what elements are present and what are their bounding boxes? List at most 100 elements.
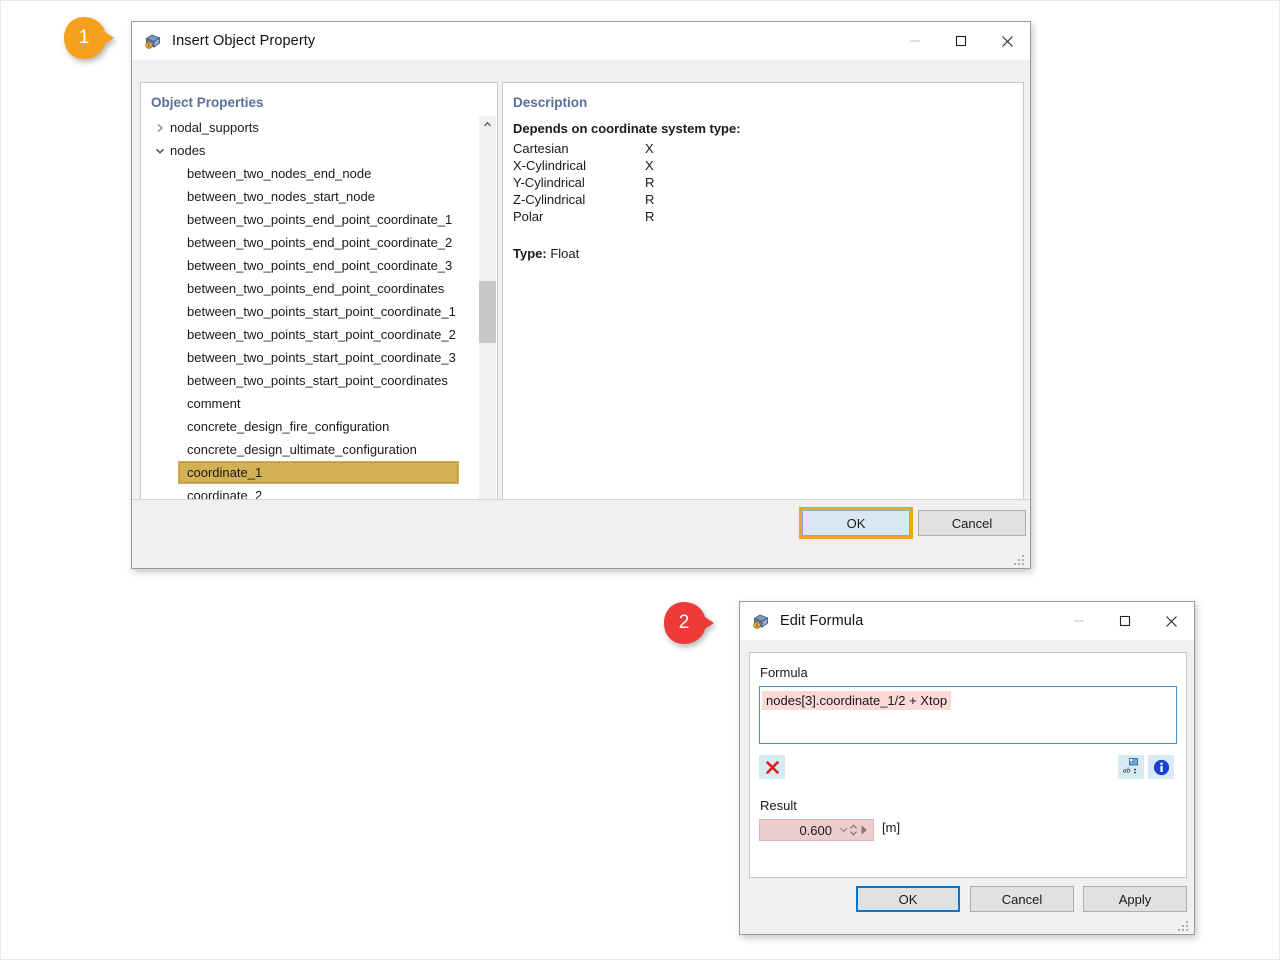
cancel-button[interactable]: Cancel: [970, 886, 1074, 912]
type-label: Type:: [513, 246, 547, 261]
tree-item-label: between_two_nodes_end_node: [187, 166, 372, 181]
system-value: R: [645, 192, 655, 207]
play-arrow-icon: [861, 825, 867, 835]
tree-item-label: nodal_supports: [170, 120, 259, 135]
table-row: Polar R: [513, 209, 654, 226]
system-name: Cartesian: [513, 141, 569, 156]
formula-input[interactable]: nodes[3].coordinate_1/2 + Xtop: [759, 686, 1177, 744]
object-properties-header: Object Properties: [151, 95, 264, 110]
tree-item-label: concrete_design_fire_configuration: [187, 419, 390, 434]
insert-dialog-window-controls: [892, 22, 1030, 60]
chevron-down-icon[interactable]: [150, 146, 170, 156]
table-row: Z-Cylindrical R: [513, 192, 654, 209]
tree-item[interactable]: between_two_points_start_point_coordinat…: [142, 346, 479, 369]
tree-item[interactable]: between_two_points_start_point_coordinat…: [142, 323, 479, 346]
close-icon[interactable]: [984, 22, 1030, 60]
tree-item[interactable]: between_two_points_end_point_coordinate_…: [142, 254, 479, 277]
table-row: Y-Cylindrical R: [513, 175, 654, 192]
svg-text:6: 6: [148, 43, 151, 49]
system-name: Z-Cylindrical: [513, 192, 586, 207]
minimize-icon[interactable]: [892, 22, 938, 60]
description-subtitle: Depends on coordinate system type:: [513, 121, 741, 136]
callout-number: 2: [678, 612, 690, 633]
scrollbar-thumb[interactable]: [479, 281, 496, 343]
tree-item[interactable]: between_two_points_end_point_coordinates: [142, 277, 479, 300]
tree-item-coordinate-1-selected[interactable]: coordinate_1: [178, 461, 459, 484]
object-property-icon: 6: [752, 612, 770, 630]
tree-item-nodes[interactable]: nodes: [142, 139, 479, 162]
result-label: Result: [760, 798, 797, 813]
svg-text:ab: ab: [1123, 766, 1131, 775]
ok-button[interactable]: OK: [799, 507, 913, 539]
type-line: Type: Float: [513, 246, 1013, 261]
formula-dialog-window-controls: [1056, 602, 1194, 640]
tree-item-label: between_two_points_start_point_coordinat…: [187, 327, 456, 342]
tree-item-label: between_two_points_start_point_coordinat…: [187, 373, 448, 388]
description-panel: Description Depends on coordinate system…: [502, 82, 1024, 532]
tree-item[interactable]: between_two_points_start_point_coordinat…: [142, 300, 479, 323]
object-properties-tree[interactable]: nodal_supports nodes between_two_nodes_e…: [142, 116, 479, 516]
tree-item-label: between_two_points_start_point_coordinat…: [187, 304, 456, 319]
tree-item[interactable]: between_two_points_end_point_coordinate_…: [142, 231, 479, 254]
system-value: R: [645, 209, 655, 224]
formula-dialog-titlebar[interactable]: 6 Edit Formula: [740, 602, 1194, 640]
coordinate-system-table: Cartesian X X-Cylindrical X Y-Cylindrica…: [513, 141, 654, 226]
result-value-field[interactable]: 0.600: [759, 819, 874, 841]
chevron-right-icon[interactable]: [150, 123, 170, 133]
cancel-button[interactable]: Cancel: [918, 510, 1026, 536]
result-spinner-controls[interactable]: [838, 822, 873, 838]
screenshot-canvas: 6 Insert Object Property Object Properti…: [0, 0, 1280, 960]
object-properties-panel: Object Properties nodal_supports nodes b…: [140, 82, 498, 532]
system-name: Polar: [513, 209, 544, 224]
tree-item[interactable]: comment: [142, 392, 479, 415]
callout-badge-2: 2: [663, 601, 715, 645]
result-value: 0.600: [799, 822, 832, 838]
type-value: Float: [550, 246, 580, 261]
tree-item-nodal-supports[interactable]: nodal_supports: [142, 116, 479, 139]
maximize-icon[interactable]: [1102, 602, 1148, 640]
insert-dialog-footer: OK Cancel: [132, 499, 1030, 568]
dropdown-chevron-icon: [839, 827, 848, 833]
ok-button[interactable]: OK: [856, 886, 960, 912]
tree-item-label: between_two_nodes_start_node: [187, 189, 375, 204]
tree-item-label: concrete_design_ultimate_configuration: [187, 442, 417, 457]
formula-label: Formula: [760, 665, 808, 680]
tree-item-label: between_two_points_end_point_coordinate_…: [187, 235, 453, 250]
resize-grip[interactable]: [1178, 919, 1190, 931]
close-icon[interactable]: [1148, 602, 1194, 640]
minimize-icon[interactable]: [1056, 602, 1102, 640]
tree-vertical-scrollbar[interactable]: [479, 116, 496, 530]
system-value: R: [645, 175, 655, 190]
tree-item[interactable]: between_two_points_start_point_coordinat…: [142, 369, 479, 392]
tree-item[interactable]: concrete_design_fire_configuration: [142, 415, 479, 438]
tree-item[interactable]: between_two_nodes_start_node: [142, 185, 479, 208]
formula-dialog-footer: OK Cancel Apply: [740, 876, 1194, 934]
scrollbar-track[interactable]: [479, 133, 496, 513]
red-x-icon[interactable]: [759, 755, 785, 779]
insert-dialog-titlebar[interactable]: 6 Insert Object Property: [132, 22, 1030, 60]
system-name: X-Cylindrical: [513, 158, 586, 173]
formula-group-panel: Formula nodes[3].coordinate_1/2 + Xtop a…: [749, 652, 1187, 878]
tree-item-label: nodes: [170, 143, 206, 158]
tree-item-label: between_two_points_end_point_coordinate_…: [187, 258, 453, 273]
tree-item-label: comment: [187, 396, 241, 411]
system-value: X: [645, 158, 654, 173]
callout-badge-1: 1: [63, 16, 115, 60]
insert-dialog-title: Insert Object Property: [172, 33, 316, 49]
description-content: Depends on coordinate system type: Carte…: [513, 121, 1013, 491]
formula-dialog-title: Edit Formula: [780, 613, 864, 629]
tree-item-label: coordinate_1: [187, 465, 263, 480]
maximize-icon[interactable]: [938, 22, 984, 60]
tree-item[interactable]: between_two_points_end_point_coordinate_…: [142, 208, 479, 231]
description-header: Description: [513, 95, 588, 110]
tree-item[interactable]: between_two_nodes_end_node: [142, 162, 479, 185]
formula-text: nodes[3].coordinate_1/2 + Xtop: [762, 691, 952, 710]
apply-button[interactable]: Apply: [1083, 886, 1187, 912]
resize-grip[interactable]: [1014, 553, 1026, 565]
text-variable-icon[interactable]: ab: [1118, 755, 1144, 779]
insert-object-property-dialog: 6 Insert Object Property Object Properti…: [131, 21, 1031, 569]
info-icon[interactable]: [1148, 755, 1174, 779]
tree-item[interactable]: concrete_design_ultimate_configuration: [142, 438, 479, 461]
table-row: Cartesian X: [513, 141, 654, 158]
scroll-up-icon[interactable]: [479, 116, 496, 133]
